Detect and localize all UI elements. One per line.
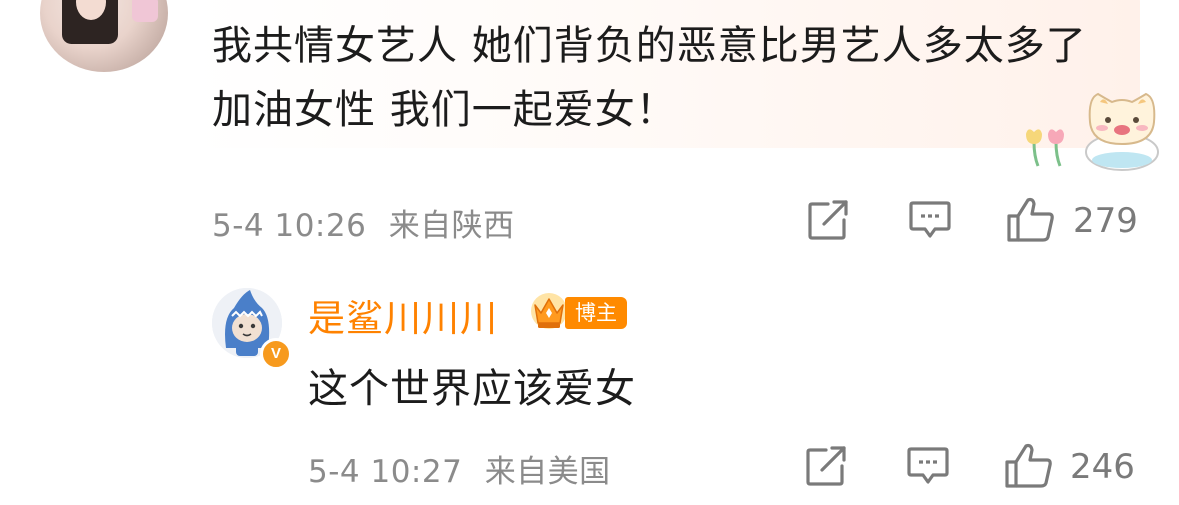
verified-badge: V (260, 338, 292, 370)
reply-share-icon[interactable] (804, 446, 848, 488)
commenter-avatar[interactable] (40, 0, 168, 72)
reply-like-count: 246 (1070, 447, 1135, 487)
reply-text: 这个世界应该爱女 (308, 366, 636, 412)
share-icon[interactable] (806, 200, 850, 242)
reply-like-icon[interactable] (1003, 442, 1055, 490)
reply-meta: 5-4 10:27 来自美国 (308, 446, 611, 491)
comment-location: 来自陕西 (388, 208, 515, 244)
comment-icon[interactable] (908, 200, 952, 242)
blogger-badge: 博主 (565, 297, 627, 329)
comment-text: 我共情女艺人 她们背负的恶意比男艺人多太多了 加油女性 我们一起爱女！ (212, 23, 1087, 133)
comment-thread: 我共情女艺人 她们背负的恶意比男艺人多太多了 加油女性 我们一起爱女！ 5-4 … (0, 0, 1179, 505)
like-icon[interactable] (1005, 196, 1057, 244)
cat-sticker-icon (1026, 92, 1159, 171)
comment-time: 5-4 10:26 (212, 208, 367, 244)
replier-username[interactable]: 是鲨川川川 (308, 288, 498, 342)
comment-meta: 5-4 10:26 来自陕西 (212, 200, 515, 245)
reply-time: 5-4 10:27 (308, 454, 463, 490)
like-count: 279 (1073, 201, 1138, 241)
reply-location: 来自美国 (484, 454, 611, 490)
reply-comment-icon[interactable] (906, 446, 950, 488)
